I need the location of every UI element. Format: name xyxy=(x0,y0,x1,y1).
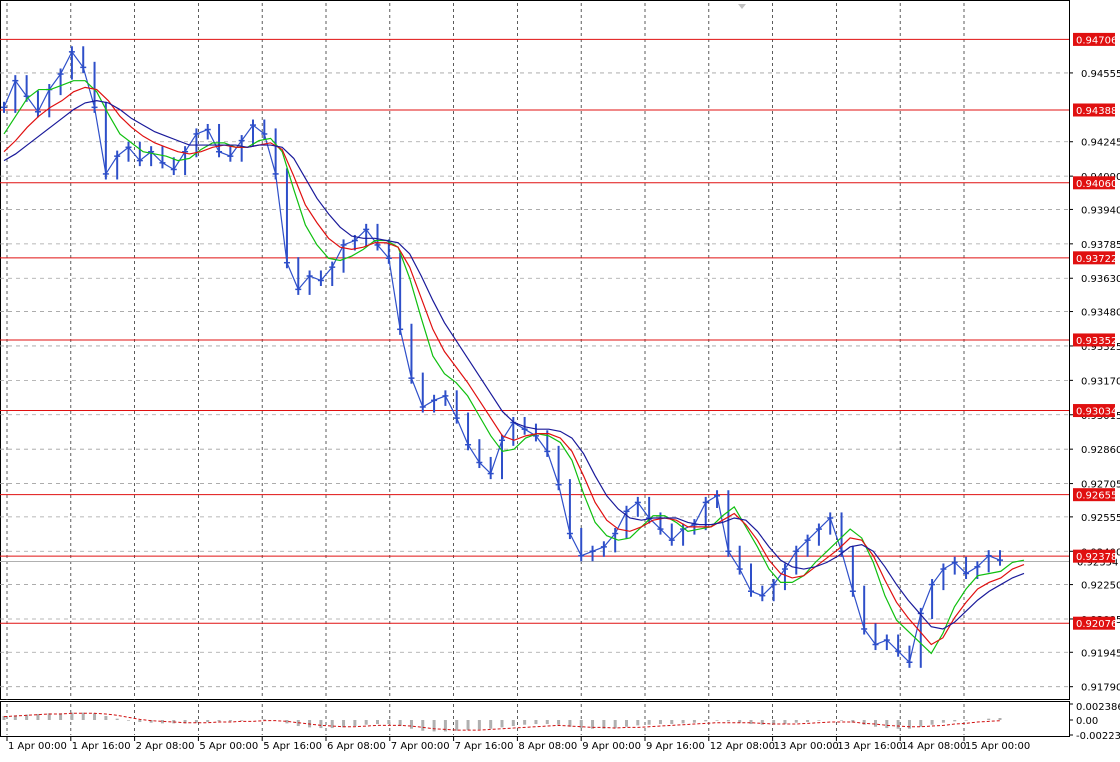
x-tick-label: 2 Apr 08:00 xyxy=(136,741,195,752)
x-tick-label: 5 Apr 00:00 xyxy=(199,741,258,752)
chart-window: 0.945550.942450.940900.939400.937850.936… xyxy=(0,0,1120,758)
level-label: 0.94060 xyxy=(1076,179,1117,190)
x-tick-label: 7 Apr 16:00 xyxy=(455,741,514,752)
y-tick-label: 0.92555 xyxy=(1081,513,1120,524)
osc-y-tick-label: 0.002386 xyxy=(1076,702,1120,713)
y-tick-label: 0.93940 xyxy=(1081,205,1120,216)
y-tick-label: 0.93170 xyxy=(1081,376,1120,387)
x-tick-label: 1 Apr 16:00 xyxy=(72,741,131,752)
y-tick-label: 0.93785 xyxy=(1081,240,1120,251)
level-label: 0.92076 xyxy=(1076,619,1117,630)
osc-y-tick-label: -0.002234 xyxy=(1076,731,1120,742)
y-tick-label: 0.92250 xyxy=(1081,581,1120,592)
x-tick-label: 9 Apr 16:00 xyxy=(646,741,705,752)
level-label: 0.93722 xyxy=(1076,254,1117,265)
level-label: 0.94706 xyxy=(1076,35,1117,46)
x-tick-label: 14 Apr 08:00 xyxy=(901,741,966,752)
ma-slow-line xyxy=(3,100,1025,630)
y-tick-label: 0.93480 xyxy=(1081,308,1120,319)
x-tick-label: 7 Apr 00:00 xyxy=(391,741,450,752)
x-tick-label: 5 Apr 16:00 xyxy=(263,741,322,752)
x-tick-label: 8 Apr 08:00 xyxy=(518,741,577,752)
x-tick-label: 13 Apr 16:00 xyxy=(837,741,902,752)
ma-mid-line xyxy=(3,86,1025,646)
osc-y-tick-label: 0.00 xyxy=(1076,716,1098,727)
price-chart: 0.945550.942450.940900.939400.937850.936… xyxy=(0,0,1120,752)
level-label: 0.93034 xyxy=(1076,407,1117,418)
y-tick-label: 0.91790 xyxy=(1081,683,1120,694)
level-label: 0.94388 xyxy=(1076,106,1117,117)
price-line xyxy=(3,50,1001,664)
y-tick-label: 0.93630 xyxy=(1081,274,1120,285)
x-tick-label: 13 Apr 00:00 xyxy=(774,741,839,752)
x-tick-label: 12 Apr 08:00 xyxy=(710,741,775,752)
y-tick-label: 0.92860 xyxy=(1081,445,1120,456)
level-label: 0.92378 xyxy=(1076,552,1117,563)
main-pane-frame xyxy=(0,0,1070,700)
ma-fast-line xyxy=(3,80,1025,655)
x-tick-label: 15 Apr 00:00 xyxy=(965,741,1030,752)
shift-marker-icon xyxy=(738,4,746,9)
y-tick-label: 0.94555 xyxy=(1081,69,1120,80)
x-tick-label: 6 Apr 08:00 xyxy=(327,741,386,752)
y-tick-label: 0.91945 xyxy=(1081,648,1120,659)
y-tick-label: 0.94245 xyxy=(1081,138,1120,149)
level-label: 0.92655 xyxy=(1076,491,1117,502)
x-tick-label: 1 Apr 00:00 xyxy=(8,741,67,752)
level-label: 0.93352 xyxy=(1076,336,1117,347)
x-tick-label: 9 Apr 00:00 xyxy=(582,741,641,752)
oscillator-pane-frame xyxy=(0,701,1070,737)
